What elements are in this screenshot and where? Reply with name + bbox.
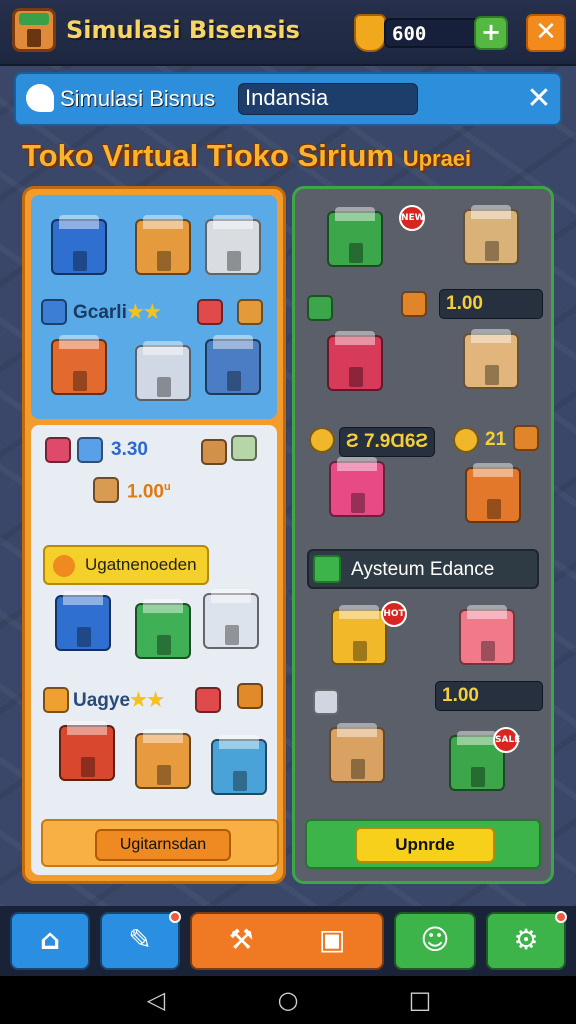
price-tag-1: 1.00 xyxy=(439,289,543,319)
shop-item-cafe[interactable] xyxy=(463,329,519,389)
recents-button[interactable]: □ xyxy=(404,984,436,1016)
shop-item-bakery[interactable] xyxy=(463,205,519,265)
featured-label: Gcarli★★ xyxy=(73,302,161,323)
hot-badge: HOT xyxy=(381,601,407,627)
shop-item-stall[interactable] xyxy=(59,721,115,781)
palette-icon xyxy=(43,687,69,713)
gold-coin-icon xyxy=(453,427,479,453)
settings-icon: ⚙ xyxy=(513,923,539,956)
sub-header: Simulasi Bisnus Indansia ✕ xyxy=(14,72,562,126)
shop-logo-icon xyxy=(12,8,56,52)
edit-icon: ✎ xyxy=(128,923,152,956)
upgrade-button[interactable]: Upnrde xyxy=(355,827,495,863)
shop-item-market[interactable] xyxy=(135,599,191,659)
cash-icon xyxy=(307,295,333,321)
shop-item-pink[interactable] xyxy=(327,331,383,391)
box-icon xyxy=(201,439,227,465)
nav-settings[interactable]: ⚙ xyxy=(486,911,567,970)
page-title: Toko Virtual Tioko Sirium Upraei xyxy=(22,138,471,174)
shop-item-plant[interactable] xyxy=(211,735,267,795)
left-shop-panel: Gcarli★★ 3.30 1.00u Ugatnenoeden Uagye★★ xyxy=(22,186,286,884)
nav-tools[interactable]: ⚒ ▣ xyxy=(190,912,384,970)
search-input[interactable]: Indansia xyxy=(238,83,418,115)
page-title-main: Toko Virtual Tioko Sirium xyxy=(22,138,395,173)
crate-icon xyxy=(93,477,119,503)
shop-item-blue[interactable] xyxy=(51,215,107,275)
price-a: 3.30 xyxy=(111,439,148,460)
right-shop-panel: NEW 1.00 Ƨ 7.9Ɑ6Ƨ 21 Aysteum Edance HOT … xyxy=(292,186,554,884)
shop-item-yellow[interactable] xyxy=(331,605,387,665)
shop-item-furniture[interactable] xyxy=(459,605,515,665)
small-box-icon xyxy=(513,425,539,451)
shop-item-crate[interactable] xyxy=(329,723,385,783)
sale-badge: SALE xyxy=(493,727,520,753)
tool-green-icon xyxy=(313,555,341,583)
system-chip-label: Aysteum Edance xyxy=(351,559,495,580)
gift-icon xyxy=(45,437,71,463)
shop-item-house[interactable] xyxy=(203,589,259,649)
parcel-icon xyxy=(401,291,427,317)
home-button[interactable]: ○ xyxy=(272,984,304,1016)
cart-icon xyxy=(41,299,67,325)
page-title-suffix: Upraei xyxy=(402,146,472,171)
price-b: 1.00u xyxy=(127,481,171,503)
sub-header-label: Simulasi Bisnus xyxy=(60,86,216,111)
shop-item-cashier[interactable] xyxy=(135,341,191,401)
add-coins-button[interactable]: + xyxy=(474,16,508,50)
books-icon xyxy=(195,687,221,713)
notification-dot xyxy=(169,911,181,923)
left-action-bar: Ugitarnsdan xyxy=(41,819,279,867)
nav-home[interactable]: ⌂ xyxy=(10,912,90,970)
price-3: 21 xyxy=(485,429,507,450)
bottom-nav: ⌂ ✎ ⚒ ▣ ☺ ⚙ xyxy=(0,906,576,976)
shop-item-atm[interactable] xyxy=(55,591,111,651)
back-button[interactable]: ◁ xyxy=(140,984,172,1016)
new-badge: NEW xyxy=(399,205,425,231)
device-icon xyxy=(231,435,257,461)
shop-item-white[interactable] xyxy=(205,215,261,275)
shop-item-fruit[interactable] xyxy=(135,729,191,789)
shop-item-orange[interactable] xyxy=(51,335,107,395)
settings-dot xyxy=(555,911,567,923)
right-action-bar: Upnrde xyxy=(305,819,541,869)
left-panel-body: 3.30 1.00u Ugatnenoeden Uagye★★ Ugitarns… xyxy=(31,425,279,875)
coin-balance: 600 xyxy=(384,18,480,48)
nav-edit[interactable]: ✎ xyxy=(100,911,181,970)
chat-icon: ▣ xyxy=(318,923,346,956)
shop-item-warehouse[interactable] xyxy=(465,463,521,523)
wrench-icon xyxy=(26,84,54,112)
top-bar: Simulasi Bisensis 600 + ✕ xyxy=(0,0,576,66)
close-app-button[interactable]: ✕ xyxy=(526,14,566,52)
lock-icon xyxy=(237,683,263,709)
book-stack-icon xyxy=(197,299,223,325)
home-icon: ⌂ xyxy=(39,923,61,956)
coin-icon xyxy=(354,14,386,52)
package-icon xyxy=(77,437,103,463)
app-title: Simulasi Bisensis xyxy=(66,16,300,44)
users-icon: ☺ xyxy=(420,923,450,956)
left-action-button[interactable]: Ugitarnsdan xyxy=(95,829,231,861)
tools-icon: ⚒ xyxy=(228,923,254,956)
star-burst-icon xyxy=(53,555,75,577)
upgrade-chip[interactable]: Ugatnenoeden xyxy=(43,545,209,585)
price-tag-2: Ƨ 7.9Ɑ6Ƨ xyxy=(339,427,436,457)
shop-item-boutique[interactable] xyxy=(329,457,385,517)
featured-shops-grid: Gcarli★★ xyxy=(31,195,277,419)
close-header-button[interactable]: ✕ xyxy=(522,82,556,116)
system-chip[interactable]: Aysteum Edance xyxy=(307,549,539,589)
nav-users[interactable]: ☺ xyxy=(394,912,476,970)
lock-box-icon xyxy=(237,299,263,325)
android-nav-bar: ◁ ○ □ xyxy=(0,976,576,1024)
coin-small-icon xyxy=(309,427,335,453)
shop-item-box[interactable] xyxy=(135,215,191,275)
shop-item-green[interactable] xyxy=(327,207,383,267)
upgrade-chip-label: Ugatnenoeden xyxy=(85,555,197,574)
gadget-icon xyxy=(313,689,339,715)
category-label: Uagye★★ xyxy=(73,690,165,711)
price-tag-4: 1.00 xyxy=(435,681,543,711)
shop-item-store[interactable] xyxy=(205,335,261,395)
